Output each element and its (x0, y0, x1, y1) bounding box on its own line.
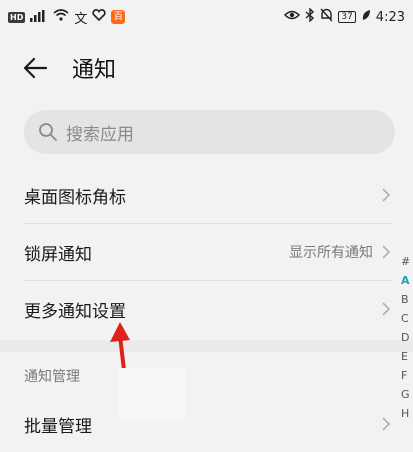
chevron-right-icon (382, 188, 391, 202)
search-placeholder: 搜索应用 (66, 124, 134, 145)
status-right: 37 4:23 (284, 7, 405, 26)
alpha-index-item[interactable]: C (401, 309, 413, 328)
row-label: 锁屏通知 (24, 244, 92, 265)
row-value: 显示所有通知 (289, 245, 373, 261)
alpha-index-item[interactable]: # (401, 252, 413, 271)
alpha-index-item[interactable]: B (401, 290, 413, 309)
alpha-index-item[interactable]: D (401, 328, 413, 347)
chevron-right-icon (382, 417, 391, 431)
alpha-index-item[interactable]: E (401, 347, 413, 366)
app-notification-icon: 百 (111, 10, 126, 24)
row-batch-manage[interactable]: 批量管理 (0, 396, 413, 452)
row-lockscreen-notifications[interactable]: 锁屏通知 显示所有通知 (0, 224, 413, 280)
status-left: HD 文 百 (8, 8, 126, 27)
text-input-icon: 文 (74, 11, 88, 27)
section-title: 通知管理 (24, 369, 80, 385)
row-label: 桌面图标角标 (24, 187, 126, 208)
alpha-index-item-active[interactable]: A (401, 271, 413, 290)
annotation-arrow-icon (110, 322, 130, 372)
eye-icon (284, 9, 301, 25)
alpha-index-item[interactable]: F (401, 366, 413, 385)
search-icon (39, 123, 57, 141)
row-desktop-badge[interactable]: 桌面图标角标 (0, 167, 413, 223)
row-more-notification-settings[interactable]: 更多通知设置 (0, 281, 413, 337)
heart-icon (92, 9, 107, 25)
wifi-icon (53, 9, 69, 25)
header: 通知 (0, 44, 413, 92)
bluetooth-icon (305, 7, 315, 26)
chevron-right-icon (382, 302, 391, 316)
mute-bell-icon (320, 8, 333, 26)
page-title: 通知 (72, 58, 117, 83)
clock-time: 4:23 (375, 9, 405, 25)
search-input[interactable]: 搜索应用 (24, 110, 395, 154)
signal-icon (30, 9, 48, 25)
section-separator (0, 340, 413, 352)
leaf-icon (361, 9, 371, 25)
alpha-index-item[interactable]: G (401, 385, 413, 404)
back-button[interactable] (22, 54, 52, 82)
row-label: 批量管理 (24, 416, 92, 437)
alpha-index-item[interactable]: H (401, 404, 413, 423)
hd-badge: HD (8, 11, 26, 23)
back-arrow-icon (23, 57, 48, 79)
chevron-right-icon (382, 245, 391, 259)
battery-indicator: 37 (338, 11, 356, 23)
status-bar: HD 文 百 37 4:23 (0, 0, 413, 34)
alphabet-index[interactable]: # A B C D E F G H (401, 252, 413, 423)
